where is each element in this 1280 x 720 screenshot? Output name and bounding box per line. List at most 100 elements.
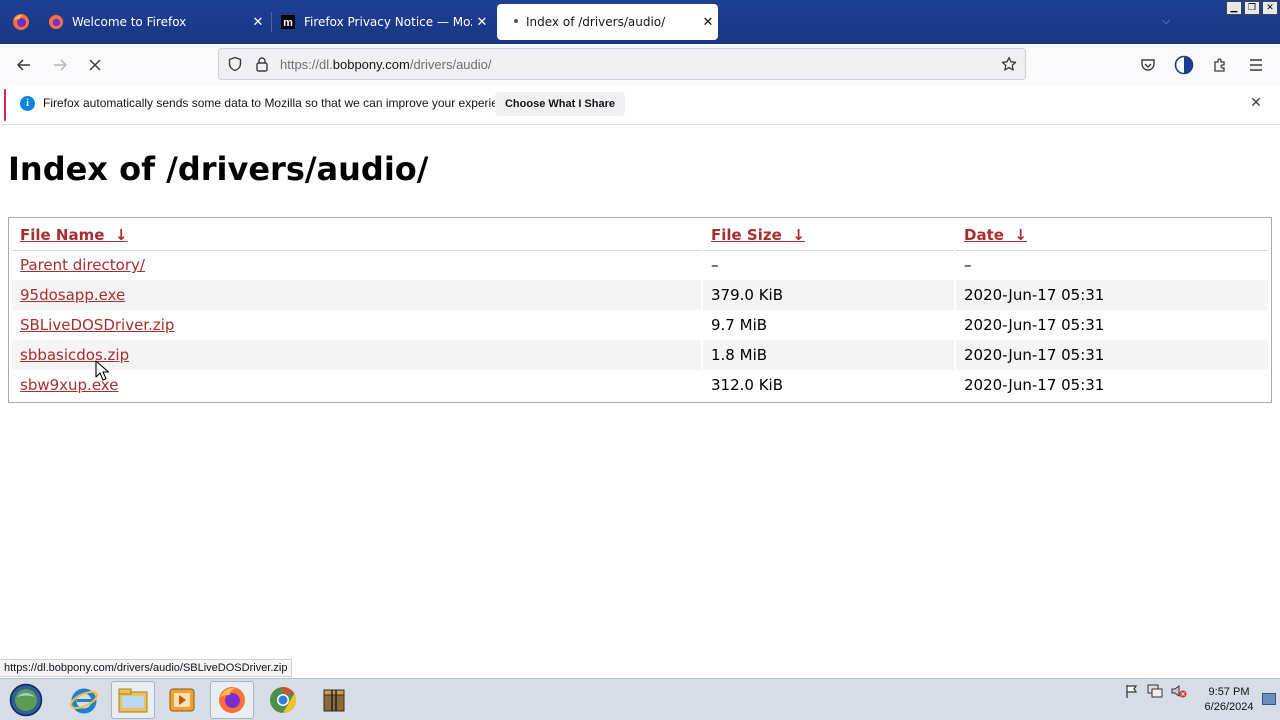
file-size-cell: 1.8 MiB xyxy=(701,340,955,370)
loading-dot-icon xyxy=(514,19,518,23)
file-date-cell: 2020-Jun-17 05:31 xyxy=(954,370,1268,400)
media-player-icon xyxy=(169,688,195,712)
application-menu-button[interactable] xyxy=(1241,50,1271,80)
taskbar-firefox[interactable] xyxy=(210,681,254,719)
sort-by-name-link[interactable]: File Name ↓ xyxy=(20,226,127,244)
taskbar-clock[interactable]: 9:57 PM 6/26/2024 xyxy=(1196,685,1262,715)
taskbar-archive-tool[interactable] xyxy=(312,681,356,719)
sort-arrow-icon: ↓ xyxy=(792,225,805,244)
tab-title: Firefox Privacy Notice — Mozilla xyxy=(304,15,472,29)
file-size-cell: – xyxy=(701,250,955,280)
table-row: 95dosapp.exe 379.0 KiB 2020-Jun-17 05:31 xyxy=(12,280,1268,310)
tab-title: Welcome to Firefox xyxy=(72,15,187,29)
data-reporting-notification: i Firefox automatically sends some data … xyxy=(0,85,1280,125)
network-icon[interactable] xyxy=(1146,683,1164,699)
table-header-row: File Name ↓ File Size ↓ Date ↓ xyxy=(12,220,1268,251)
clock-date: 6/26/2024 xyxy=(1204,701,1254,713)
taskbar-chrome[interactable] xyxy=(261,681,305,719)
volume-muted-icon[interactable] xyxy=(1170,683,1188,699)
page-title: Index of /drivers/audio/ xyxy=(8,150,429,188)
column-header-name: File Name ↓ xyxy=(12,220,702,251)
table-row: sbbasicdos.zip 1.8 MiB 2020-Jun-17 05:31 xyxy=(12,340,1268,370)
header-label: File Name xyxy=(20,225,105,244)
start-orb-icon xyxy=(9,683,43,717)
clock-time: 9:57 PM xyxy=(1208,686,1250,698)
file-link[interactable]: SBLiveDOSDriver.zip xyxy=(20,316,174,334)
firefox-icon xyxy=(219,687,245,713)
sort-by-size-link[interactable]: File Size ↓ xyxy=(711,226,805,244)
file-name-cell: 95dosapp.exe xyxy=(12,280,702,310)
system-tray xyxy=(1124,683,1188,699)
archive-icon xyxy=(323,689,345,712)
notification-accent-stripe xyxy=(4,89,6,121)
file-date-cell: 2020-Jun-17 05:31 xyxy=(954,340,1268,370)
tab-privacy-notice[interactable]: m Firefox Privacy Notice — Mozilla ✕ xyxy=(280,4,492,40)
start-button[interactable] xyxy=(4,681,48,719)
firefox-favicon-icon xyxy=(49,15,63,29)
file-size-cell: 9.7 MiB xyxy=(701,310,955,340)
internet-explorer-icon xyxy=(70,688,98,714)
tracking-protection-shield-icon[interactable] xyxy=(227,56,243,72)
window-controls: ▁ ❐ ✕ xyxy=(1226,1,1278,15)
file-size-cell: 312.0 KiB xyxy=(701,370,955,400)
navigation-toolbar: https://dl.bobpony.com/drivers/audio/ xyxy=(0,44,1280,85)
choose-what-i-share-button[interactable]: Choose What I Share xyxy=(495,92,625,116)
file-name-cell: sbw9xup.exe xyxy=(12,370,702,400)
close-tab-icon[interactable]: ✕ xyxy=(698,15,718,30)
show-desktop-button[interactable] xyxy=(1262,693,1276,705)
close-window-button[interactable]: ✕ xyxy=(1262,1,1278,15)
table-row: Parent directory/ – – xyxy=(12,250,1268,280)
stop-loading-button[interactable] xyxy=(80,50,110,80)
taskbar-file-explorer[interactable] xyxy=(111,681,155,719)
pocket-button[interactable] xyxy=(1133,50,1163,80)
stop-x-icon xyxy=(89,59,101,71)
extensions-button[interactable] xyxy=(1205,50,1235,80)
url-prefix: https://dl. xyxy=(280,57,333,72)
table-row: sbw9xup.exe 312.0 KiB 2020-Jun-17 05:31 xyxy=(12,370,1268,400)
bookmark-star-icon[interactable] xyxy=(1001,56,1017,72)
file-link[interactable]: sbbasicdos.zip xyxy=(20,346,129,364)
firefox-view-button[interactable] xyxy=(0,0,42,44)
url-path: /drivers/audio/ xyxy=(409,57,492,72)
close-tab-icon[interactable]: ✕ xyxy=(472,15,492,30)
tab-index-audio[interactable]: Index of /drivers/audio/ ✕ xyxy=(497,4,718,40)
forward-arrow-icon xyxy=(54,59,68,71)
sort-arrow-icon: ↓ xyxy=(114,225,128,244)
firefox-icon xyxy=(13,14,29,30)
chrome-icon xyxy=(270,686,297,714)
close-notification-icon[interactable]: ✕ xyxy=(1248,95,1264,111)
mouse-pointer-icon xyxy=(95,360,109,381)
list-all-tabs-chevron-icon[interactable]: ⌵ xyxy=(1158,14,1174,30)
info-icon: i xyxy=(20,96,35,111)
account-button[interactable] xyxy=(1169,50,1199,80)
restore-button[interactable]: ❐ xyxy=(1244,1,1260,15)
back-button[interactable] xyxy=(9,50,39,80)
account-avatar-icon xyxy=(1174,55,1194,75)
file-name-cell: sbbasicdos.zip xyxy=(12,340,702,370)
minimize-button[interactable]: ▁ xyxy=(1226,1,1242,15)
column-header-date: Date ↓ xyxy=(954,220,1268,251)
puzzle-piece-icon xyxy=(1214,58,1225,72)
header-label: File Size xyxy=(711,225,782,244)
address-bar[interactable]: https://dl.bobpony.com/drivers/audio/ xyxy=(218,48,1026,80)
table-row: SBLiveDOSDriver.zip 9.7 MiB 2020-Jun-17 … xyxy=(12,310,1268,340)
forward-button[interactable] xyxy=(45,50,75,80)
close-tab-icon[interactable]: ✕ xyxy=(248,15,268,30)
url-host: bobpony.com xyxy=(332,57,410,72)
directory-listing-table: File Name ↓ File Size ↓ Date ↓ Parent di… xyxy=(8,217,1272,403)
taskbar-internet-explorer[interactable] xyxy=(62,681,106,719)
tab-strip: Welcome to Firefox ✕ m Firefox Privacy N… xyxy=(0,0,1280,44)
parent-directory-link[interactable]: Parent directory/ xyxy=(20,256,145,274)
svg-text:m: m xyxy=(283,17,293,29)
tab-welcome[interactable]: Welcome to Firefox ✕ xyxy=(48,4,268,40)
action-center-flag-icon[interactable] xyxy=(1124,683,1140,699)
sort-by-date-link[interactable]: Date ↓ xyxy=(964,226,1027,244)
url-text[interactable]: https://dl.bobpony.com/drivers/audio/ xyxy=(280,57,492,72)
file-link[interactable]: 95dosapp.exe xyxy=(20,286,125,304)
pocket-icon xyxy=(1141,59,1155,71)
mozilla-favicon-icon: m xyxy=(281,15,295,29)
taskbar-media-player[interactable] xyxy=(160,681,204,719)
lock-icon[interactable] xyxy=(254,56,270,72)
sort-arrow-icon: ↓ xyxy=(1014,225,1027,244)
taskbar: 9:57 PM 6/26/2024 xyxy=(0,678,1280,720)
